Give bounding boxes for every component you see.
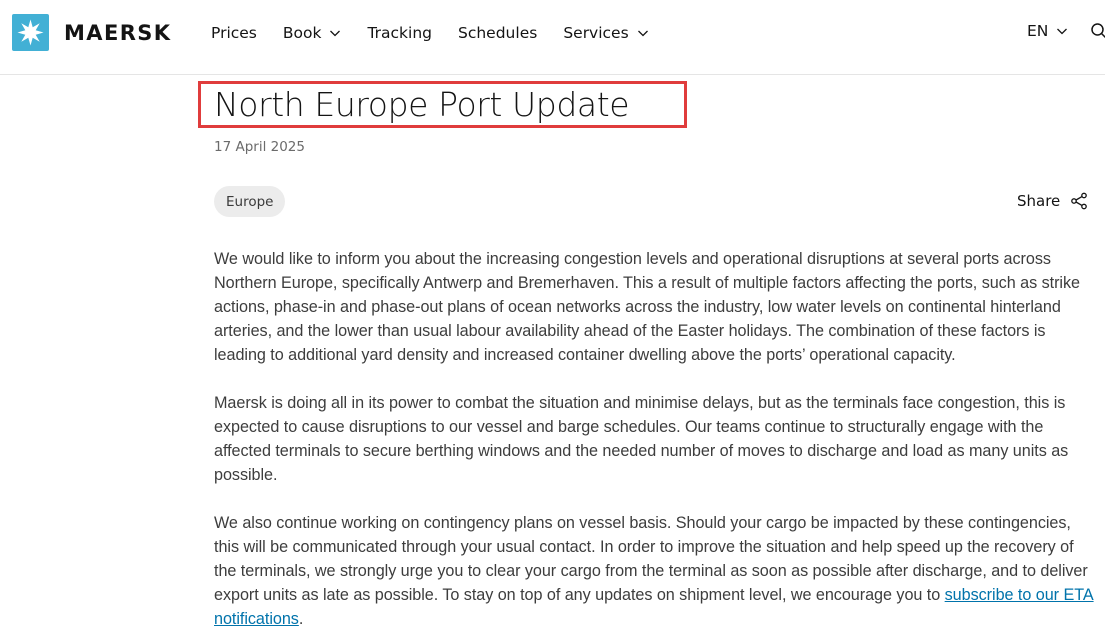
share-icon — [1071, 192, 1088, 210]
chevron-down-icon — [1057, 28, 1068, 35]
region-tag[interactable]: Europe — [214, 186, 286, 217]
article-body: We would like to inform you about the in… — [214, 247, 1094, 635]
brand-name: MAERSK — [64, 20, 172, 45]
share-label: Share — [1017, 192, 1061, 210]
nav-item-prices[interactable]: Prices — [211, 24, 257, 42]
main-nav: Prices Book Tracking Schedules Services — [211, 22, 675, 44]
nav-item-label: Tracking — [367, 24, 432, 42]
language-label: EN — [1027, 22, 1049, 40]
language-selector[interactable]: EN — [1027, 22, 1068, 40]
maersk-logo[interactable]: MAERSK — [12, 14, 171, 51]
star-icon — [12, 14, 49, 51]
title-highlight: North Europe Port Update — [198, 81, 687, 128]
nav-item-schedules[interactable]: Schedules — [458, 24, 537, 42]
chevron-down-icon — [637, 30, 648, 37]
paragraph-end: . — [298, 610, 304, 628]
publish-date: 17 April 2025 — [214, 139, 305, 155]
nav-item-book[interactable]: Book — [283, 24, 342, 42]
article-paragraph: We would like to inform you about the in… — [214, 250, 1080, 364]
site-header: MAERSK Prices Book Tracking Schedules Se… — [0, 0, 1105, 75]
chevron-down-icon — [330, 30, 341, 37]
nav-item-label: Services — [563, 24, 629, 42]
nav-item-label: Prices — [211, 24, 257, 42]
article-paragraph: We also continue working on contingency … — [214, 511, 1094, 631]
page-title: North Europe Port Update — [214, 85, 630, 124]
region-tag-label: Europe — [226, 193, 274, 210]
search-icon[interactable] — [1090, 22, 1105, 40]
nav-item-tracking[interactable]: Tracking — [367, 24, 432, 42]
nav-item-services[interactable]: Services — [563, 24, 648, 42]
article-paragraph: Maersk is doing all in its power to comb… — [214, 394, 1069, 484]
share-button[interactable]: Share — [1017, 192, 1088, 210]
nav-item-label: Book — [282, 24, 322, 42]
nav-item-label: Schedules — [458, 24, 538, 42]
